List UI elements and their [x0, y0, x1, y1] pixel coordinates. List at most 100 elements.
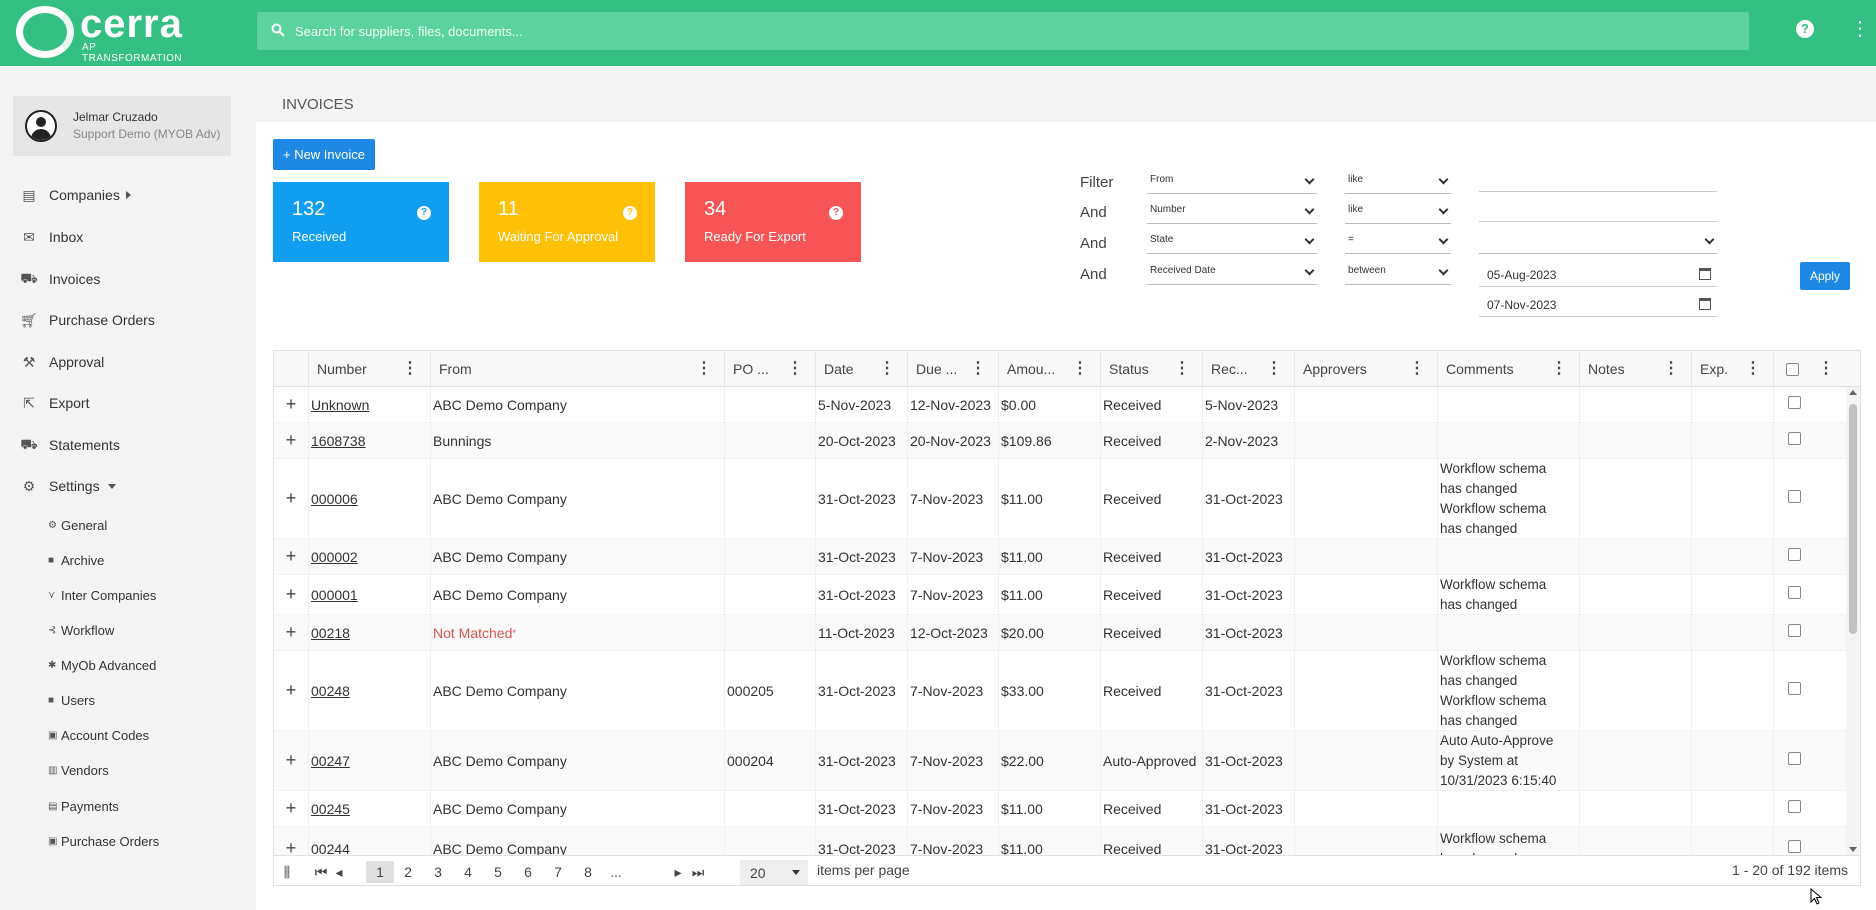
settings-users[interactable]: ■ Users: [48, 691, 95, 709]
row-checkbox[interactable]: [1788, 682, 1801, 695]
cerra-logo[interactable]: cerra AP TRANSFORMATION: [14, 2, 184, 64]
col-notes[interactable]: Notes ⋮: [1579, 351, 1691, 387]
table-row[interactable]: +00248 ABC Demo Company 000205 31-Oct-2023 7…: [274, 651, 1846, 731]
nav-settings[interactable]: ⚙ Settings: [20, 475, 116, 497]
invoice-number-link[interactable]: 00245: [311, 801, 350, 817]
page-link[interactable]: 2: [396, 861, 420, 883]
column-menu-icon[interactable]: ⋮: [1551, 351, 1567, 387]
column-menu-icon[interactable]: ⋮: [402, 351, 418, 387]
page-link[interactable]: 3: [426, 861, 450, 883]
col-approvers[interactable]: Approvers ⋮: [1294, 351, 1437, 387]
col-number[interactable]: Number ⋮: [308, 351, 430, 387]
filter-field-select[interactable]: From: [1147, 170, 1317, 194]
expand-row-icon[interactable]: +: [274, 423, 308, 458]
expand-row-icon[interactable]: +: [274, 651, 308, 730]
settings-workflow[interactable]: ⊰ Workflow: [48, 621, 114, 639]
column-menu-icon[interactable]: ⋮: [1745, 351, 1761, 387]
column-menu-icon[interactable]: ⋮: [1409, 351, 1425, 387]
calendar-icon[interactable]: [1699, 268, 1711, 280]
column-menu-icon[interactable]: ⋮: [1072, 351, 1088, 387]
filter-op-select[interactable]: =: [1345, 230, 1451, 254]
cell-number[interactable]: 00218: [308, 615, 350, 650]
table-row[interactable]: +000001 ABC Demo Company 31-Oct-2023 7-Nov-…: [274, 575, 1846, 615]
filter-field-select[interactable]: Number: [1147, 200, 1317, 224]
invoice-number-link[interactable]: 00218: [311, 625, 350, 641]
date-from-input[interactable]: 05-Aug-2023: [1479, 263, 1717, 287]
nav-export[interactable]: ⇱ Export: [20, 392, 89, 414]
stat-received[interactable]: 132 Received ?: [273, 182, 449, 262]
expand-row-icon[interactable]: +: [274, 387, 308, 422]
filter-value-input[interactable]: [1479, 168, 1717, 192]
invoice-number-link[interactable]: 000001: [311, 587, 358, 603]
filter-field-select[interactable]: Received Date: [1147, 261, 1317, 285]
column-menu-icon[interactable]: ⋮: [1818, 351, 1834, 387]
page-link[interactable]: 1: [366, 861, 394, 883]
table-row[interactable]: +00245 ABC Demo Company 31-Oct-2023 7-Nov-2…: [274, 791, 1846, 827]
column-menu-icon[interactable]: ⋮: [1266, 351, 1282, 387]
cell-number[interactable]: 00247: [308, 731, 350, 790]
cell-number[interactable]: 000001: [308, 575, 358, 614]
row-checkbox[interactable]: [1788, 840, 1801, 853]
cell-number[interactable]: 000002: [308, 539, 358, 574]
col-date[interactable]: Date ⋮: [815, 351, 907, 387]
col-due[interactable]: Due ... ⋮: [907, 351, 998, 387]
table-row[interactable]: +000006 ABC Demo Company 31-Oct-2023 7-Nov-…: [274, 459, 1846, 539]
more-menu-icon[interactable]: ⋮: [1850, 18, 1870, 40]
filter-field-select[interactable]: State: [1147, 230, 1317, 254]
cell-number[interactable]: 00245: [308, 791, 350, 826]
stat-waiting-approval[interactable]: 11 Waiting For Approval ?: [479, 182, 655, 262]
nav-purchase-orders[interactable]: 🛒︎ Purchase Orders: [20, 309, 155, 331]
settings-purchase-orders[interactable]: ▣ Purchase Orders: [48, 832, 159, 850]
expand-row-icon[interactable]: +: [274, 791, 308, 826]
invoice-number-link[interactable]: 1608738: [311, 433, 366, 449]
stat-ready-export[interactable]: 34 Ready For Export ?: [685, 182, 861, 262]
not-matched-label[interactable]: Not Matched: [433, 625, 512, 641]
row-checkbox[interactable]: [1788, 752, 1801, 765]
row-checkbox[interactable]: [1788, 548, 1801, 561]
row-checkbox[interactable]: [1788, 586, 1801, 599]
page-link[interactable]: 8: [576, 861, 600, 883]
expand-row-icon[interactable]: +: [274, 459, 308, 538]
column-menu-icon[interactable]: ⋮: [1174, 351, 1190, 387]
cell-number[interactable]: Unknown: [308, 387, 369, 422]
page-link[interactable]: 6: [516, 861, 540, 883]
page-size-select[interactable]: 20: [740, 860, 808, 885]
col-comments[interactable]: Comments ⋮: [1437, 351, 1579, 387]
nav-inbox[interactable]: ✉ Inbox: [20, 226, 83, 248]
scroll-up-icon[interactable]: [1849, 390, 1857, 395]
invoice-number-link[interactable]: 000002: [311, 549, 358, 565]
help-icon[interactable]: ?: [417, 206, 431, 220]
filter-state-select[interactable]: [1479, 230, 1717, 254]
prev-page-icon[interactable]: ◂: [332, 861, 346, 883]
invoice-number-link[interactable]: Unknown: [311, 397, 369, 413]
col-po[interactable]: PO ... ⋮: [724, 351, 815, 387]
user-card[interactable]: Jelmar Cruzado Support Demo (MYOB Adv): [13, 96, 231, 156]
date-to-input[interactable]: 07-Nov-2023: [1479, 293, 1717, 317]
expand-row-icon[interactable]: +: [274, 539, 308, 574]
filter-op-select[interactable]: like: [1345, 200, 1451, 224]
invoice-number-link[interactable]: 00248: [311, 683, 350, 699]
col-status[interactable]: Status ⋮: [1100, 351, 1202, 387]
global-search[interactable]: [257, 12, 1749, 50]
filter-op-select[interactable]: between: [1345, 261, 1451, 285]
settings-payments[interactable]: ▤ Payments: [48, 797, 119, 815]
column-menu-icon[interactable]: ⋮: [879, 351, 895, 387]
page-link[interactable]: 5: [486, 861, 510, 883]
filter-op-select[interactable]: like: [1345, 170, 1451, 194]
help-icon[interactable]: ?: [623, 206, 637, 220]
select-all-checkbox[interactable]: [1786, 363, 1799, 376]
row-checkbox[interactable]: [1788, 432, 1801, 445]
settings-archive[interactable]: ■ Archive: [48, 551, 104, 569]
column-menu-icon[interactable]: ⋮: [970, 351, 986, 387]
table-row[interactable]: +00247 ABC Demo Company 000204 31-Oct-2023 7…: [274, 731, 1846, 791]
page-link[interactable]: 7: [546, 861, 570, 883]
row-checkbox[interactable]: [1788, 800, 1801, 813]
search-input[interactable]: [295, 12, 1695, 50]
settings-inter-companies[interactable]: ⋎ Inter Companies: [48, 586, 156, 604]
cell-number[interactable]: 000006: [308, 459, 358, 538]
nav-statements[interactable]: ⛟ Statements: [20, 434, 120, 456]
next-page-icon[interactable]: ▸: [671, 861, 685, 883]
nav-invoices[interactable]: ⛟ Invoices: [20, 268, 100, 290]
col-export[interactable]: Exp. ⋮: [1691, 351, 1773, 387]
nav-approval[interactable]: ⚒ Approval: [20, 351, 105, 373]
